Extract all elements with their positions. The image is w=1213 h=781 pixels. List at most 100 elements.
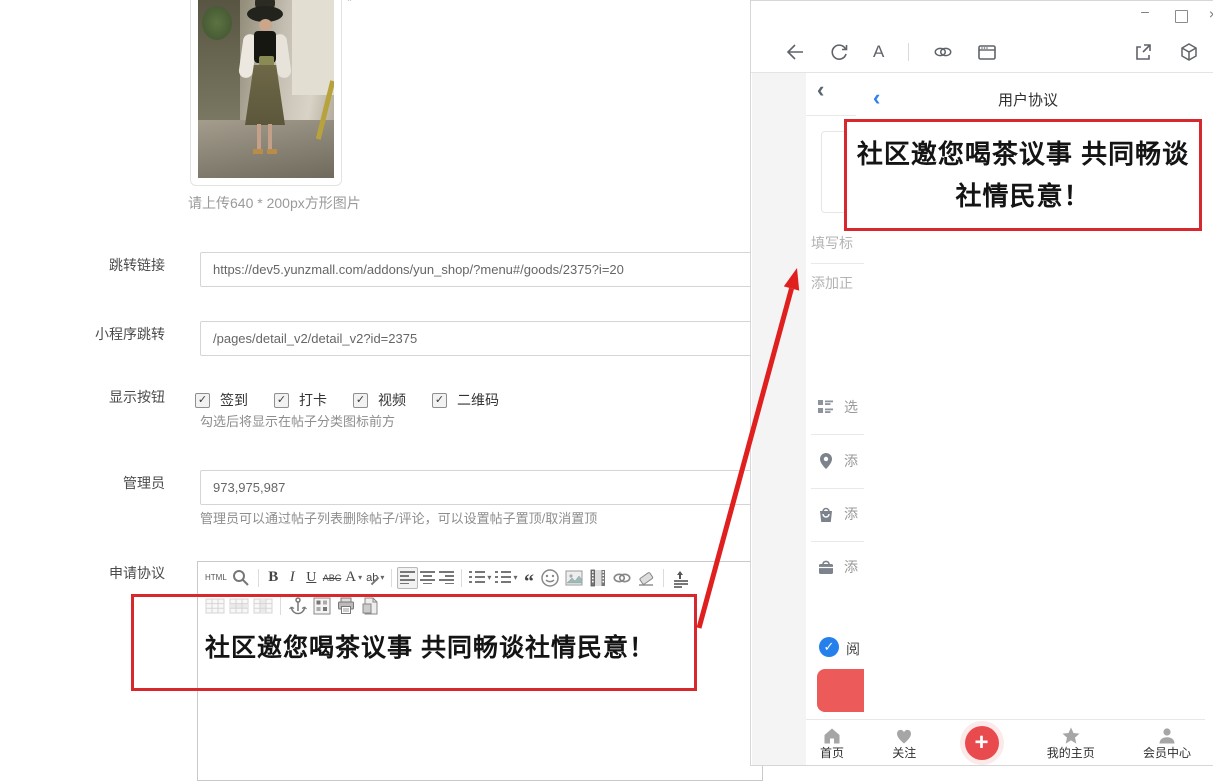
emoji-button[interactable] [538,567,562,589]
link-icon[interactable] [933,42,953,62]
jump-link-label: 跳转链接 [55,255,165,275]
agree-check-icon[interactable]: ✓ [819,637,839,657]
italic-button[interactable]: I [283,567,302,589]
tab-publish[interactable]: + [965,726,999,760]
align-left-button[interactable] [397,567,418,589]
member-icon [1156,726,1178,746]
paste-text-icon [671,568,691,588]
insert-video-button[interactable] [586,567,610,589]
ordered-list-icon [469,571,485,584]
preview-button[interactable] [229,567,253,589]
table-icon [205,596,225,616]
show-buttons-group: ✓ 签到 ✓ 打卡 ✓ 视频 ✓ 二维码 [195,390,515,410]
align-center-icon [420,571,435,584]
back-icon[interactable] [785,42,805,62]
bullet-list-button[interactable]: ▾ [493,567,519,589]
title-placeholder[interactable]: 填写标 [811,233,853,253]
shop-icon [816,557,836,577]
admin-label: 管理员 [55,473,165,493]
paste-word-button[interactable] [358,595,382,617]
goods-icon [816,504,836,524]
tab-follow[interactable]: 关注 [892,726,916,760]
agree-text[interactable]: 阅 [846,639,860,659]
html-source-button[interactable]: HTML [203,567,229,589]
checkbox-video[interactable]: ✓ [353,393,368,408]
choose-category-row[interactable]: 选 [816,397,858,417]
insert-link-button[interactable] [610,567,634,589]
mini-jump-label: 小程序跳转 [55,324,165,344]
add-location-row[interactable]: 添 [816,451,858,471]
strikethrough-button[interactable]: ABC [321,567,344,589]
tab-bar: 首页 关注 + 我的主页 会员中心 [806,719,1205,765]
window-titlebar[interactable]: – × [751,1,1213,31]
ordered-list-button[interactable]: ▾ [467,567,493,589]
tab-mypage[interactable]: 我的主页 [1047,726,1095,760]
preview-window: – × A ‹ 填写标 添加正 选 [750,0,1213,766]
add-shop-row[interactable]: 添 [816,557,858,577]
tab-member[interactable]: 会员中心 [1143,726,1191,760]
refresh-icon[interactable] [829,42,849,62]
editor-content-text: 社区邀您喝茶议事 共同畅谈社情民意！ [205,628,655,664]
body-placeholder[interactable]: 添加正 [811,273,853,293]
app-viewport: ‹ 填写标 添加正 选 添 添 添 [751,73,1213,765]
background-strip [752,73,806,765]
chevron-left-icon[interactable]: ‹ [817,81,824,99]
highlight-button[interactable]: ab▾ [364,567,386,589]
mini-jump-input[interactable] [200,321,765,356]
add-goods-row[interactable]: 添 [816,504,858,524]
required-mark: * [347,0,352,8]
admin-input[interactable] [200,470,765,505]
publish-button[interactable] [817,669,864,712]
checkbox-signin[interactable]: ✓ [195,393,210,408]
align-right-button[interactable] [437,567,456,589]
bold-button[interactable]: B [264,567,283,589]
minimize-button[interactable]: – [1136,3,1154,19]
upload-hint: 请上传640 * 200px方形图片 [188,193,361,213]
align-center-button[interactable] [418,567,437,589]
checkbox-signin-label: 签到 [220,390,248,410]
plus-icon: + [974,731,988,755]
maximize-button[interactable] [1175,10,1188,23]
table-row-button[interactable] [227,595,251,617]
video-icon [588,568,608,588]
blockquote-button[interactable]: “ [519,567,538,589]
rich-text-editor[interactable]: HTML B I U ABC A▾ ab▾ ▾ ▾ “ [197,561,763,781]
anchor-button[interactable] [286,595,310,617]
print-button[interactable] [334,595,358,617]
close-button[interactable]: × [1204,6,1213,22]
package-icon[interactable] [1179,42,1199,62]
checkbox-punch[interactable]: ✓ [274,393,289,408]
eraser-button[interactable] [634,567,658,589]
checkbox-qrcode[interactable]: ✓ [432,393,447,408]
emoji-icon [540,568,560,588]
browser-card-icon[interactable] [977,42,997,62]
paste-text-button[interactable] [669,567,693,589]
table-column-icon [253,596,273,616]
map-icon [312,596,332,616]
font-size-button[interactable]: A [873,42,884,62]
page-title: 用户协议 [841,89,1213,110]
underline-button[interactable]: U [302,567,321,589]
window-toolbar: A [751,31,1213,73]
insert-image-button[interactable] [562,567,586,589]
print-icon [336,596,356,616]
tab-home[interactable]: 首页 [820,726,844,760]
agreement-label: 申请协议 [55,563,165,583]
share-icon[interactable] [1133,42,1153,62]
editor-toolbar-row1: HTML B I U ABC A▾ ab▾ ▾ ▾ “ [198,562,762,593]
align-right-icon [439,571,454,584]
magnifier-icon [231,568,251,588]
checkbox-qrcode-label: 二维码 [457,390,499,410]
font-color-button[interactable]: A▾ [343,567,364,589]
category-icon [816,397,836,417]
annotation-text: 社区邀您喝茶议事 共同畅谈社情民意！ [853,133,1193,217]
upload-image-card[interactable] [190,0,342,186]
table-button[interactable] [203,595,227,617]
checkbox-video-label: 视频 [378,390,406,410]
jump-link-input[interactable] [200,252,765,287]
table-column-button[interactable] [251,595,275,617]
eraser-icon [636,568,656,588]
mypage-icon [1060,726,1082,746]
map-button[interactable] [310,595,334,617]
align-left-icon [400,571,415,584]
